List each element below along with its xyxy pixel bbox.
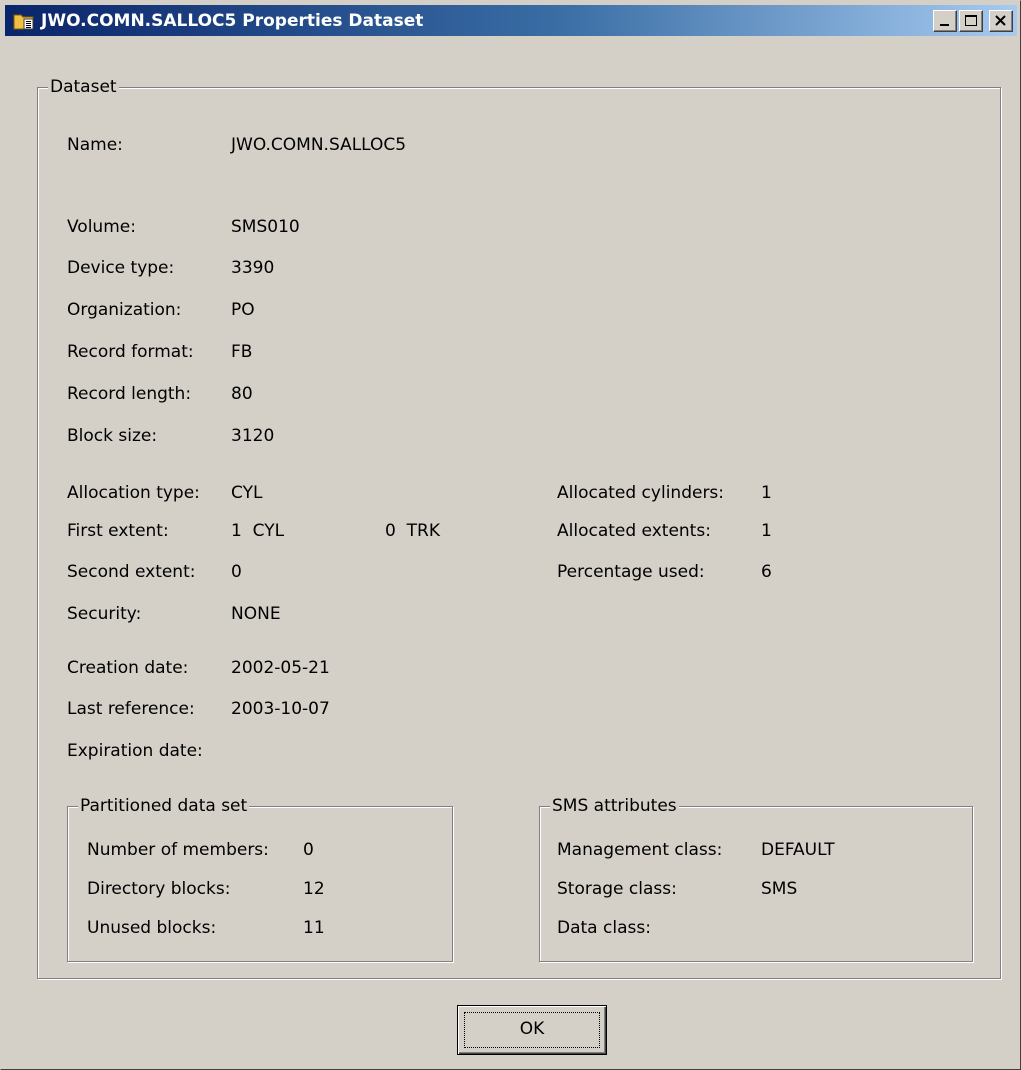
directory-blocks-value: 12 — [303, 879, 325, 899]
allocated-cylinders-value: 1 — [761, 483, 772, 503]
second-extent-label: Second extent: — [67, 562, 196, 582]
security-value: NONE — [231, 604, 281, 624]
close-button[interactable] — [989, 10, 1013, 32]
organization-value: PO — [231, 300, 255, 320]
first-extent-label: First extent: — [67, 521, 169, 541]
block-size-label: Block size: — [67, 426, 158, 446]
record-length-value: 80 — [231, 384, 253, 404]
record-format-label: Record format: — [67, 342, 194, 362]
last-reference-value: 2003-10-07 — [231, 699, 330, 719]
management-class-label: Management class: — [557, 840, 723, 860]
creation-date-value: 2002-05-21 — [231, 658, 330, 678]
window-title: JWO.COMN.SALLOC5 Properties Dataset — [41, 11, 424, 31]
allocation-type-value: CYL — [231, 483, 263, 503]
allocation-type-label: Allocation type: — [67, 483, 200, 503]
number-of-members-label: Number of members: — [87, 840, 269, 860]
block-size-value: 3120 — [231, 426, 275, 446]
data-class-label: Data class: — [557, 918, 651, 938]
close-icon — [995, 15, 1006, 26]
properties-dialog: JWO.COMN.SALLOC5 Properties Dataset Data… — [0, 0, 1021, 1070]
management-class-value: DEFAULT — [761, 840, 835, 860]
percentage-used-value: 6 — [761, 562, 772, 582]
allocated-extents-label: Allocated extents: — [557, 521, 711, 541]
security-label: Security: — [67, 604, 142, 624]
minimize-icon — [940, 24, 949, 26]
directory-blocks-label: Directory blocks: — [87, 879, 231, 899]
allocated-cylinders-label: Allocated cylinders: — [557, 483, 725, 503]
partitioned-data-set-title: Partitioned data set — [78, 795, 250, 817]
ok-button-label: OK — [519, 1019, 545, 1039]
minimize-button[interactable] — [933, 10, 957, 32]
maximize-icon — [965, 15, 977, 26]
maximize-button[interactable] — [959, 10, 983, 32]
name-label: Name: — [67, 135, 123, 155]
dataset-properties-icon — [13, 11, 35, 31]
device-type-label: Device type: — [67, 258, 175, 278]
dataset-group-title: Dataset — [48, 76, 119, 98]
second-extent-value: 0 — [231, 562, 242, 582]
device-type-value: 3390 — [231, 258, 275, 278]
first-extent-secondary-value: 0 TRK — [385, 521, 440, 541]
percentage-used-label: Percentage used: — [557, 562, 705, 582]
storage-class-label: Storage class: — [557, 879, 677, 899]
creation-date-label: Creation date: — [67, 658, 189, 678]
number-of-members-value: 0 — [303, 840, 314, 860]
storage-class-value: SMS — [761, 879, 798, 899]
last-reference-label: Last reference: — [67, 699, 195, 719]
record-length-label: Record length: — [67, 384, 192, 404]
expiration-date-label: Expiration date: — [67, 741, 203, 761]
first-extent-value: 1 CYL — [231, 521, 285, 541]
record-format-value: FB — [231, 342, 253, 362]
unused-blocks-label: Unused blocks: — [87, 918, 217, 938]
title-bar[interactable]: JWO.COMN.SALLOC5 Properties Dataset — [5, 5, 1017, 36]
name-value: JWO.COMN.SALLOC5 — [231, 135, 407, 155]
volume-value: SMS010 — [231, 217, 300, 237]
volume-label: Volume: — [67, 217, 136, 237]
allocated-extents-value: 1 — [761, 521, 772, 541]
sms-attributes-title: SMS attributes — [550, 795, 679, 817]
ok-button[interactable]: OK — [457, 1005, 607, 1055]
unused-blocks-value: 11 — [303, 918, 325, 938]
organization-label: Organization: — [67, 300, 182, 320]
